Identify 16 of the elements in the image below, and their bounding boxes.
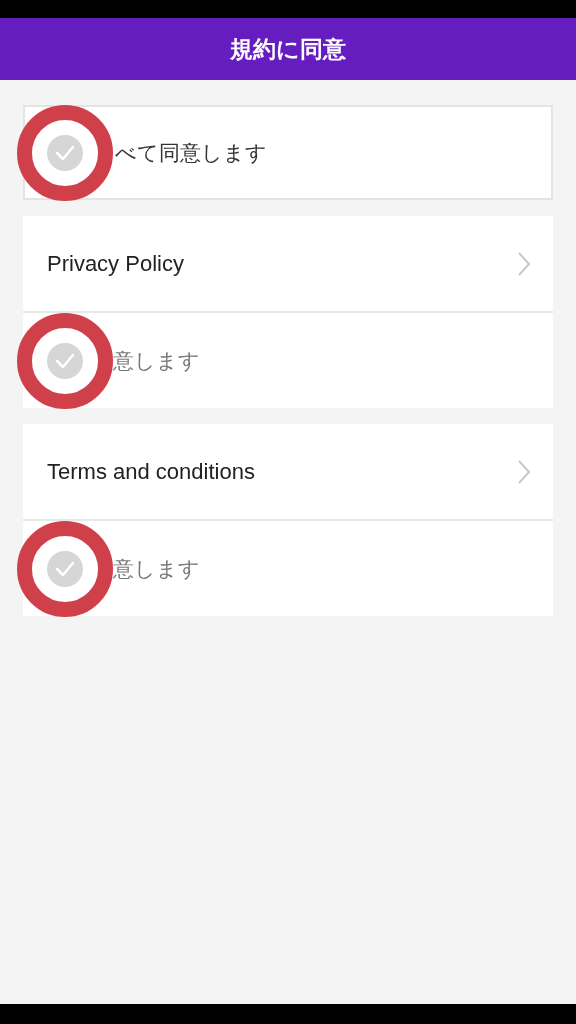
policy-title: Privacy Policy xyxy=(47,250,184,277)
policy-title: Terms and conditions xyxy=(47,458,255,485)
policy-link-row[interactable]: Privacy Policy xyxy=(23,216,553,313)
chevron-right-icon xyxy=(517,250,531,277)
page-title: 規約に同意 xyxy=(230,34,346,64)
checkbox[interactable] xyxy=(47,550,83,587)
policy-link-row[interactable]: Terms and conditions xyxy=(23,424,553,521)
check-icon xyxy=(55,352,75,369)
agree-all-label: べて同意します xyxy=(115,139,267,166)
check-icon xyxy=(55,144,75,161)
checkbox[interactable] xyxy=(47,342,83,379)
agree-label: 意します xyxy=(113,347,200,374)
check-icon xyxy=(55,560,75,577)
checkbox[interactable] xyxy=(47,134,83,171)
chevron-right-icon xyxy=(517,458,531,485)
agree-label: 意します xyxy=(113,555,200,582)
